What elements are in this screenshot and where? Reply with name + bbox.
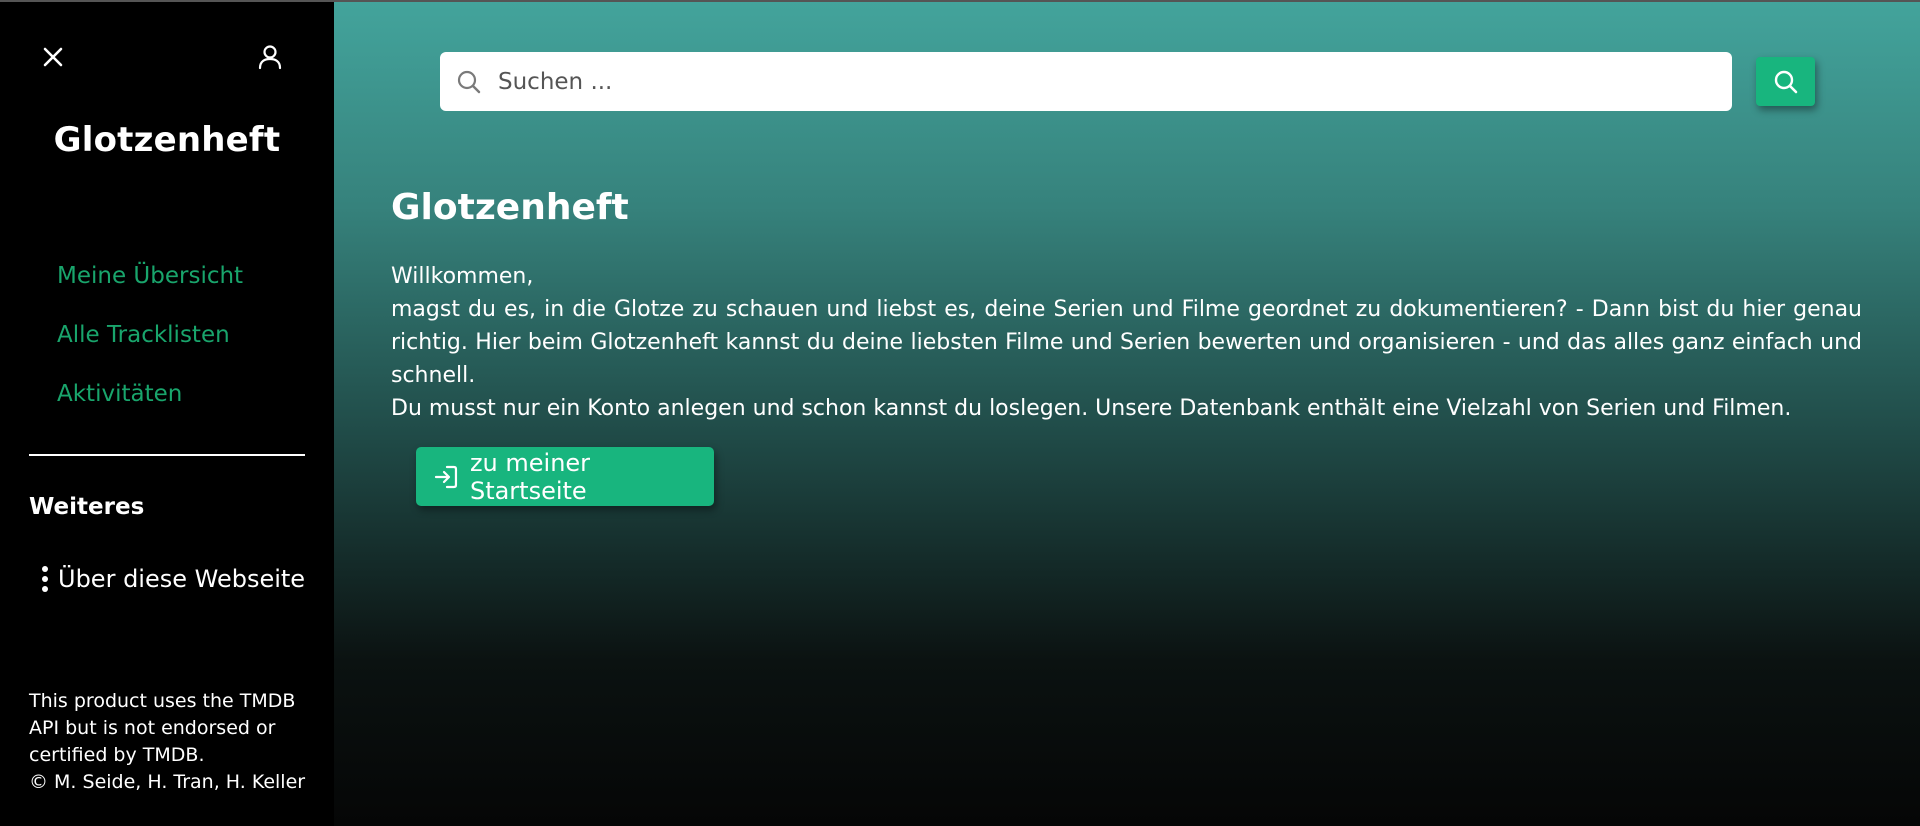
sidebar-nav: Meine Übersicht Alle Tracklisten Aktivit… [57,258,243,435]
footer-line: certified by TMDB. [29,744,205,766]
brand-title[interactable]: Glotzenheft [0,120,334,160]
main-content: Glotzenheft Willkommen, magst du es, in … [334,0,1920,826]
search-bar [440,52,1732,111]
intro-paragraph: magst du es, in die Glotze zu schauen un… [391,297,1862,388]
welcome-text: Willkommen, [391,264,534,289]
footer-copyright: © M. Seide, H. Tran, H. Keller [29,771,306,793]
login-icon [434,465,458,488]
sidebar-divider [29,454,305,456]
sidebar-footer: This product uses the TMDB API but is no… [29,688,319,796]
user-account-button[interactable] [253,42,287,72]
about-label: Über diese Webseite [58,565,306,593]
sidebar-item-tracklists[interactable]: Alle Tracklisten [57,317,243,376]
intro-text: Willkommen, magst du es, in die Glotze z… [391,260,1862,425]
intro-paragraph: Du musst nur ein Konto anlegen und schon… [391,396,1792,421]
user-icon [258,45,282,70]
search-icon [1774,70,1797,93]
footer-line: API but is not endorsed or [29,717,276,739]
sidebar-item-about[interactable]: Über diese Webseite [42,565,305,593]
search-button[interactable] [1756,57,1815,106]
sidebar-item-overview[interactable]: Meine Übersicht [57,258,243,317]
search-input[interactable] [498,68,1698,95]
more-vertical-icon [42,566,48,592]
start-button-label: zu meiner Startseite [469,448,591,505]
section-heading-more: Weiteres [29,494,145,520]
sidebar: Glotzenheft Meine Übersicht Alle Trackli… [0,0,334,826]
sidebar-item-activities[interactable]: Aktivitäten [57,376,243,435]
page-title: Glotzenheft [391,187,629,228]
search-icon [457,70,481,93]
footer-line: This product uses the TMDB [29,690,296,712]
go-to-startpage-button[interactable]: zu meiner Startseite [416,447,714,506]
close-sidebar-button[interactable] [38,42,68,72]
window-top-border [0,0,1920,2]
close-icon [43,47,63,67]
